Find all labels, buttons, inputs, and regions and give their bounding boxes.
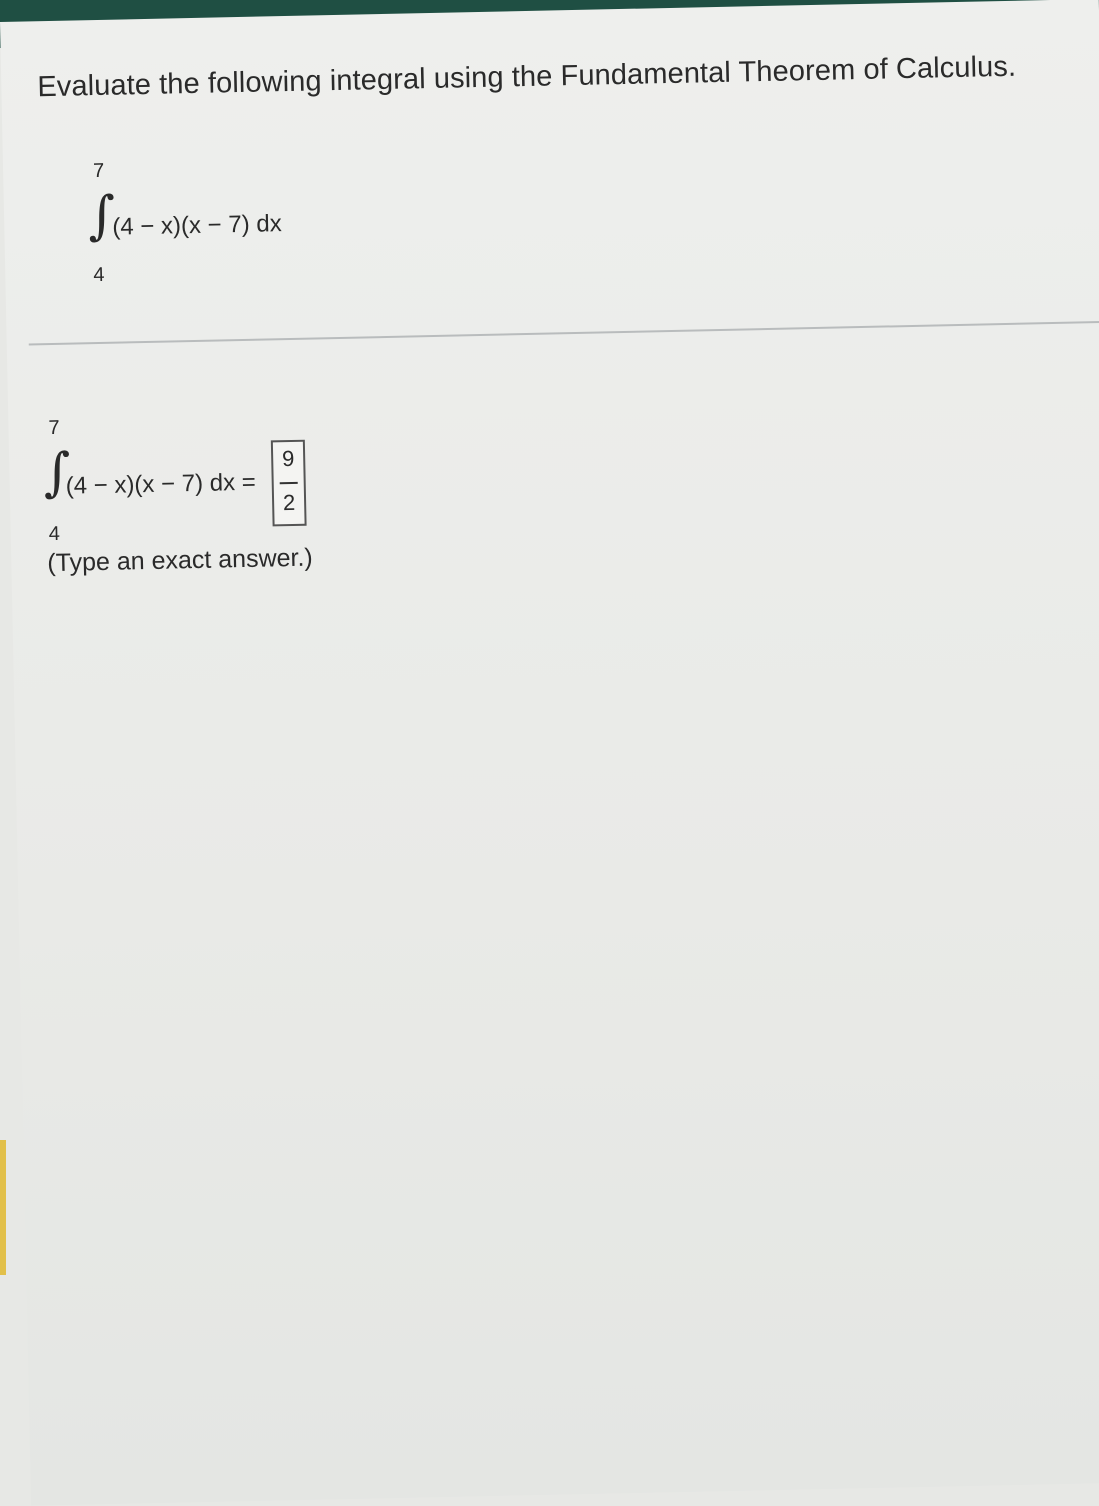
answer-denominator: 2 [282, 489, 296, 516]
answer-numerator: 9 [281, 445, 295, 472]
lower-limit: 4 [48, 522, 61, 546]
fraction-bar [279, 481, 298, 485]
integrand: (4 − x)(x − 7) dx [112, 210, 282, 241]
left-accent-bar [0, 1140, 6, 1275]
integrand: (4 − x)(x − 7) dx = [65, 468, 257, 500]
answer-input[interactable]: 9 2 [270, 439, 307, 527]
answer-hint: (Type an exact answer.) [47, 543, 313, 578]
upper-limit: 7 [48, 416, 60, 440]
section-divider [28, 320, 1099, 346]
upper-limit: 7 [92, 159, 105, 183]
lower-limit: 4 [93, 263, 105, 287]
question-text: Evaluate the following integral using th… [37, 50, 1017, 104]
question-panel: Evaluate the following integral using th… [0, 0, 1099, 1506]
